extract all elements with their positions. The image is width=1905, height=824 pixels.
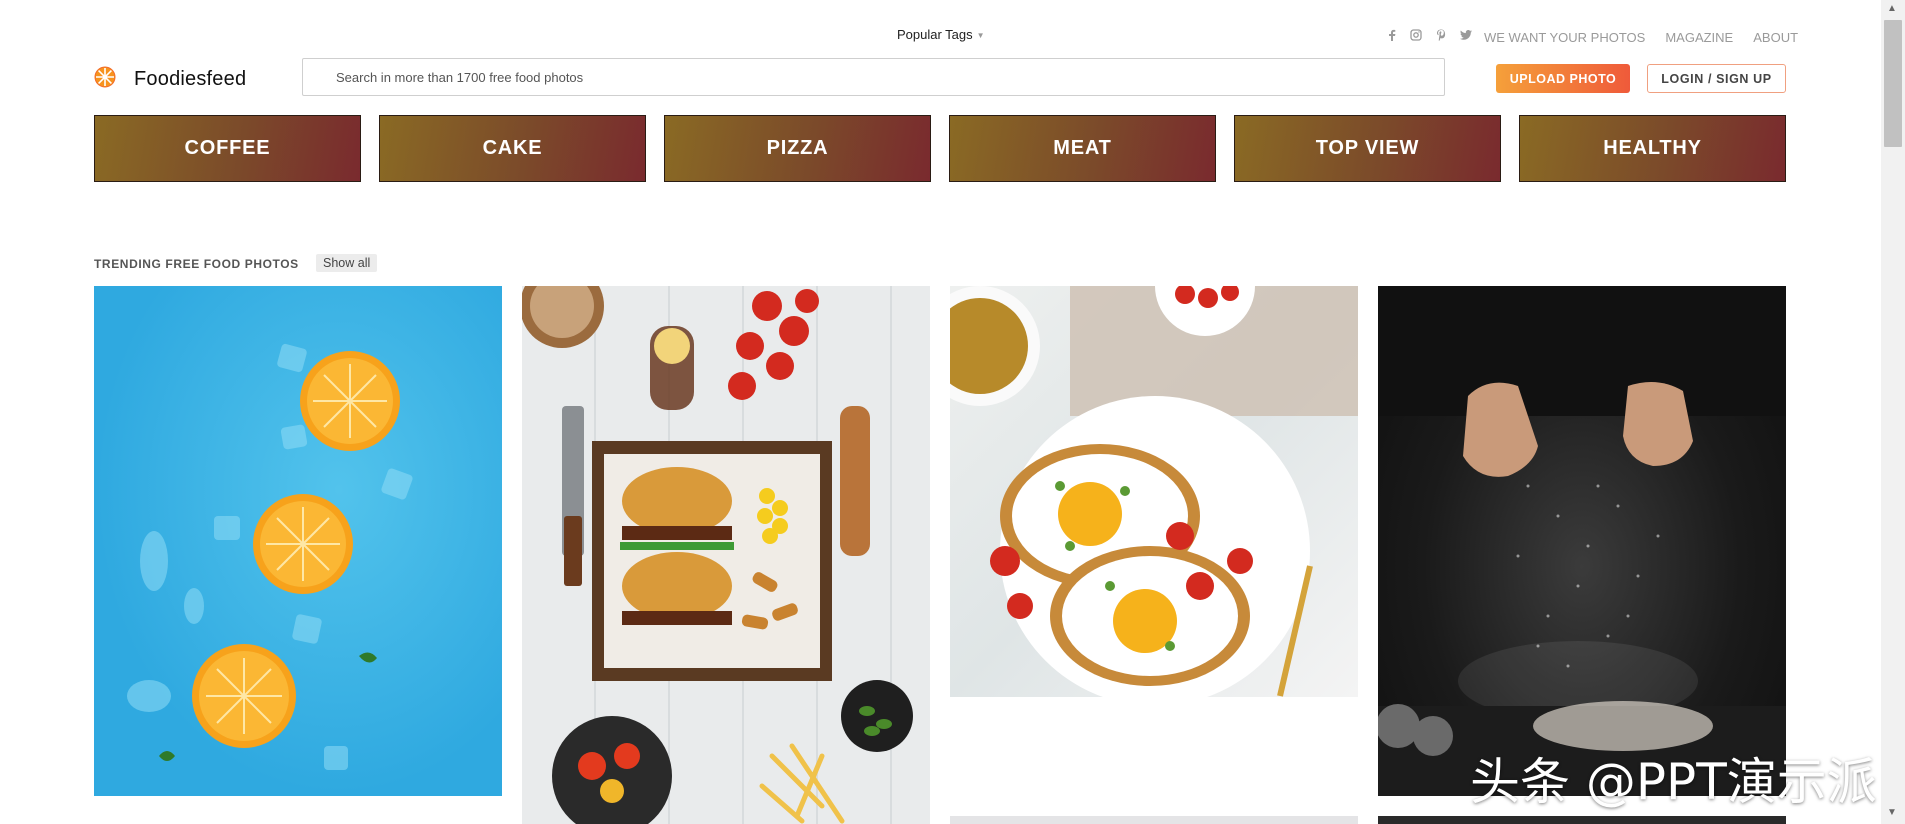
- popular-tags-dropdown[interactable]: Popular Tags ▼: [897, 27, 985, 42]
- photo-oranges[interactable]: [94, 286, 502, 796]
- chevron-down-icon: ▼: [976, 31, 985, 40]
- category-healthy[interactable]: HEALTHY: [1519, 115, 1786, 182]
- pinterest-icon[interactable]: [1436, 29, 1446, 41]
- watermark-text: 头条 @PPT演示派: [1470, 753, 1877, 811]
- facebook-icon[interactable]: [1388, 29, 1396, 41]
- nav-about[interactable]: ABOUT: [1753, 30, 1798, 45]
- logo-text: Foodiesfeed: [134, 68, 247, 90]
- category-top-view[interactable]: TOP VIEW: [1234, 115, 1501, 182]
- scroll-down-arrow-icon[interactable]: ▼: [1887, 807, 1897, 818]
- twitter-icon[interactable]: [1460, 30, 1472, 40]
- category-cake[interactable]: CAKE: [379, 115, 646, 182]
- logo-icon: [94, 66, 116, 93]
- nav-we-want-your-photos[interactable]: WE WANT YOUR PHOTOS: [1484, 30, 1645, 45]
- upload-photo-button[interactable]: UPLOAD PHOTO: [1496, 64, 1630, 93]
- site-logo[interactable]: Foodiesfeed: [94, 66, 246, 93]
- nav-magazine[interactable]: MAGAZINE: [1665, 30, 1733, 45]
- search-input[interactable]: [303, 59, 1444, 95]
- photo-flour[interactable]: [1378, 286, 1786, 796]
- section-title: TRENDING FREE FOOD PHOTOS: [94, 257, 299, 271]
- category-coffee[interactable]: COFFEE: [94, 115, 361, 182]
- photo-eggs-toast[interactable]: [950, 286, 1358, 697]
- photo-partial-left[interactable]: [950, 816, 1358, 824]
- photo-partial-right[interactable]: [1378, 816, 1786, 824]
- top-nav: WE WANT YOUR PHOTOS MAGAZINE ABOUT: [1484, 30, 1798, 45]
- social-links: [1388, 29, 1472, 41]
- show-all-button[interactable]: Show all: [316, 254, 378, 272]
- instagram-icon[interactable]: [1410, 29, 1422, 41]
- scrollbar-thumb[interactable]: [1884, 20, 1902, 147]
- category-pizza[interactable]: PIZZA: [664, 115, 931, 182]
- popular-tags-label: Popular Tags: [897, 27, 973, 42]
- scroll-up-arrow-icon[interactable]: ▲: [1887, 3, 1897, 14]
- search-box: [302, 58, 1445, 96]
- photo-burgers[interactable]: [522, 286, 930, 824]
- category-meat[interactable]: MEAT: [949, 115, 1216, 182]
- login-signup-button[interactable]: LOGIN / SIGN UP: [1647, 64, 1786, 93]
